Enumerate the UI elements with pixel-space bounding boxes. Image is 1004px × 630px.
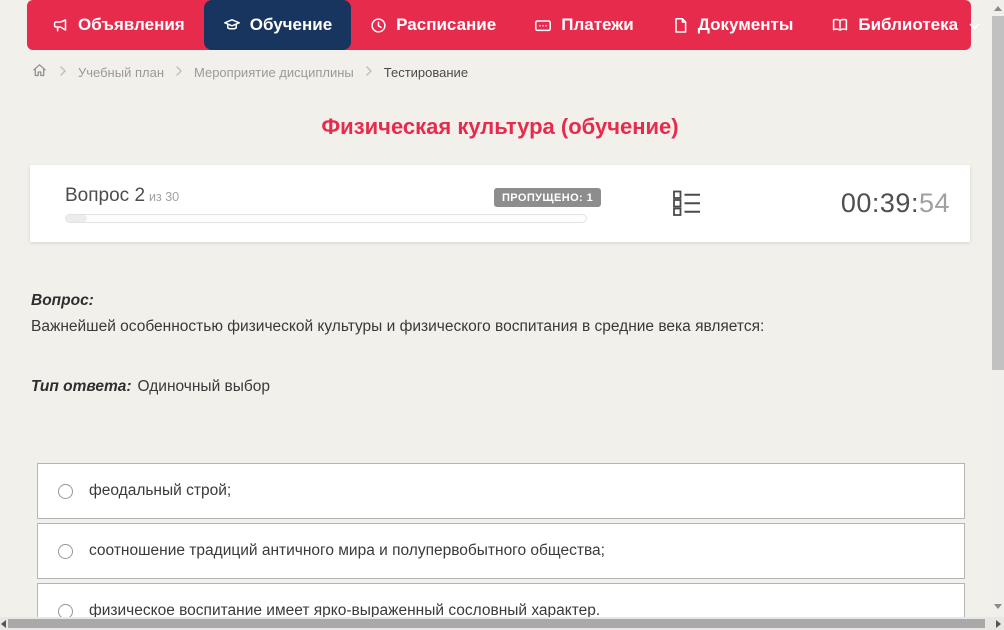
radio-button[interactable] <box>58 543 73 559</box>
wallet-icon <box>534 17 552 34</box>
skipped-badge: ПРОПУЩЕНО: 1 <box>494 188 602 207</box>
breadcrumb: Учебный план Мероприятие дисциплины Тест… <box>31 62 468 82</box>
answer-type-value: Одиночный выбор <box>137 378 271 395</box>
nav-item-documents[interactable]: Документы <box>653 0 813 50</box>
question-header-card: Вопрос 2 из 30 ПРОПУЩЕНО: 1 00:39:54 <box>30 165 970 242</box>
scroll-right-arrow-icon[interactable] <box>996 620 1001 628</box>
nav-item-label: Платежи <box>561 15 634 34</box>
question-text: Важнейшей особенностью физической культу… <box>31 318 765 335</box>
question-number: Вопрос 2 из 30 <box>65 185 180 206</box>
horizontal-scrollbar-thumb[interactable] <box>8 619 985 628</box>
breadcrumb-separator-icon <box>365 65 373 80</box>
nav-item-schedule[interactable]: Расписание <box>351 0 515 50</box>
breadcrumb-item-discipline-event[interactable]: Мероприятие дисциплины <box>194 65 354 80</box>
answer-type-label: Тип ответа: <box>31 378 132 395</box>
breadcrumb-separator-icon <box>59 65 67 80</box>
nav-item-label: Библиотека <box>858 15 959 34</box>
answer-option-2[interactable]: соотношение традиций античного мира и по… <box>37 523 965 579</box>
scroll-up-arrow-icon[interactable] <box>994 6 1002 11</box>
nav-item-label: Обучение <box>249 15 333 34</box>
timer-seconds: 54 <box>918 188 950 218</box>
timer: 00:39:54 <box>841 188 950 219</box>
nav-item-label: Документы <box>697 15 794 34</box>
nav-item-payments[interactable]: Платежи <box>515 0 653 50</box>
vertical-scrollbar-thumb[interactable] <box>992 16 1004 370</box>
question-list-button[interactable] <box>672 188 702 223</box>
progress-fill <box>66 215 87 222</box>
progress-bar <box>65 214 587 223</box>
book-icon <box>831 17 849 34</box>
nav-item-learning[interactable]: Обучение <box>203 0 352 50</box>
question-total: из 30 <box>149 190 180 204</box>
question-list-icon <box>672 190 702 222</box>
horizontal-scrollbar[interactable] <box>0 617 1004 630</box>
page-title: Физическая культура (обучение) <box>321 114 679 139</box>
radio-button[interactable] <box>58 483 73 499</box>
breadcrumb-separator-icon <box>175 65 183 80</box>
breadcrumb-item-study-plan[interactable]: Учебный план <box>78 65 164 80</box>
scroll-down-arrow-icon[interactable] <box>994 604 1002 609</box>
graduation-cap-icon <box>223 17 241 34</box>
scroll-left-arrow-icon[interactable] <box>1 620 6 628</box>
megaphone-icon <box>52 17 69 34</box>
answer-options: феодальный строй; соотношение традиций а… <box>37 463 965 630</box>
breadcrumb-item-testing: Тестирование <box>383 64 469 80</box>
document-icon <box>672 17 689 34</box>
nav-item-library[interactable]: Библиотека <box>812 0 999 50</box>
answer-type: Тип ответа: Одиночный выбор <box>31 378 270 396</box>
answer-option-1[interactable]: феодальный строй; <box>37 463 965 519</box>
answer-option-label: соотношение традиций античного мира и по… <box>89 542 605 559</box>
question-caption: Вопрос: <box>31 292 94 309</box>
vertical-scrollbar[interactable] <box>991 0 1004 617</box>
home-icon[interactable] <box>31 62 48 82</box>
nav-item-label: Расписание <box>396 15 497 34</box>
answer-option-label: феодальный строй; <box>89 482 232 499</box>
chevron-down-icon <box>969 23 980 31</box>
nav-item-label: Объявления <box>78 15 185 34</box>
clock-icon <box>370 17 387 34</box>
nav-item-announcements[interactable]: Объявления <box>33 0 204 50</box>
main-nav: Объявления Обучение Расписание Платежи Д… <box>27 0 980 50</box>
timer-main: 00:39: <box>840 188 919 218</box>
